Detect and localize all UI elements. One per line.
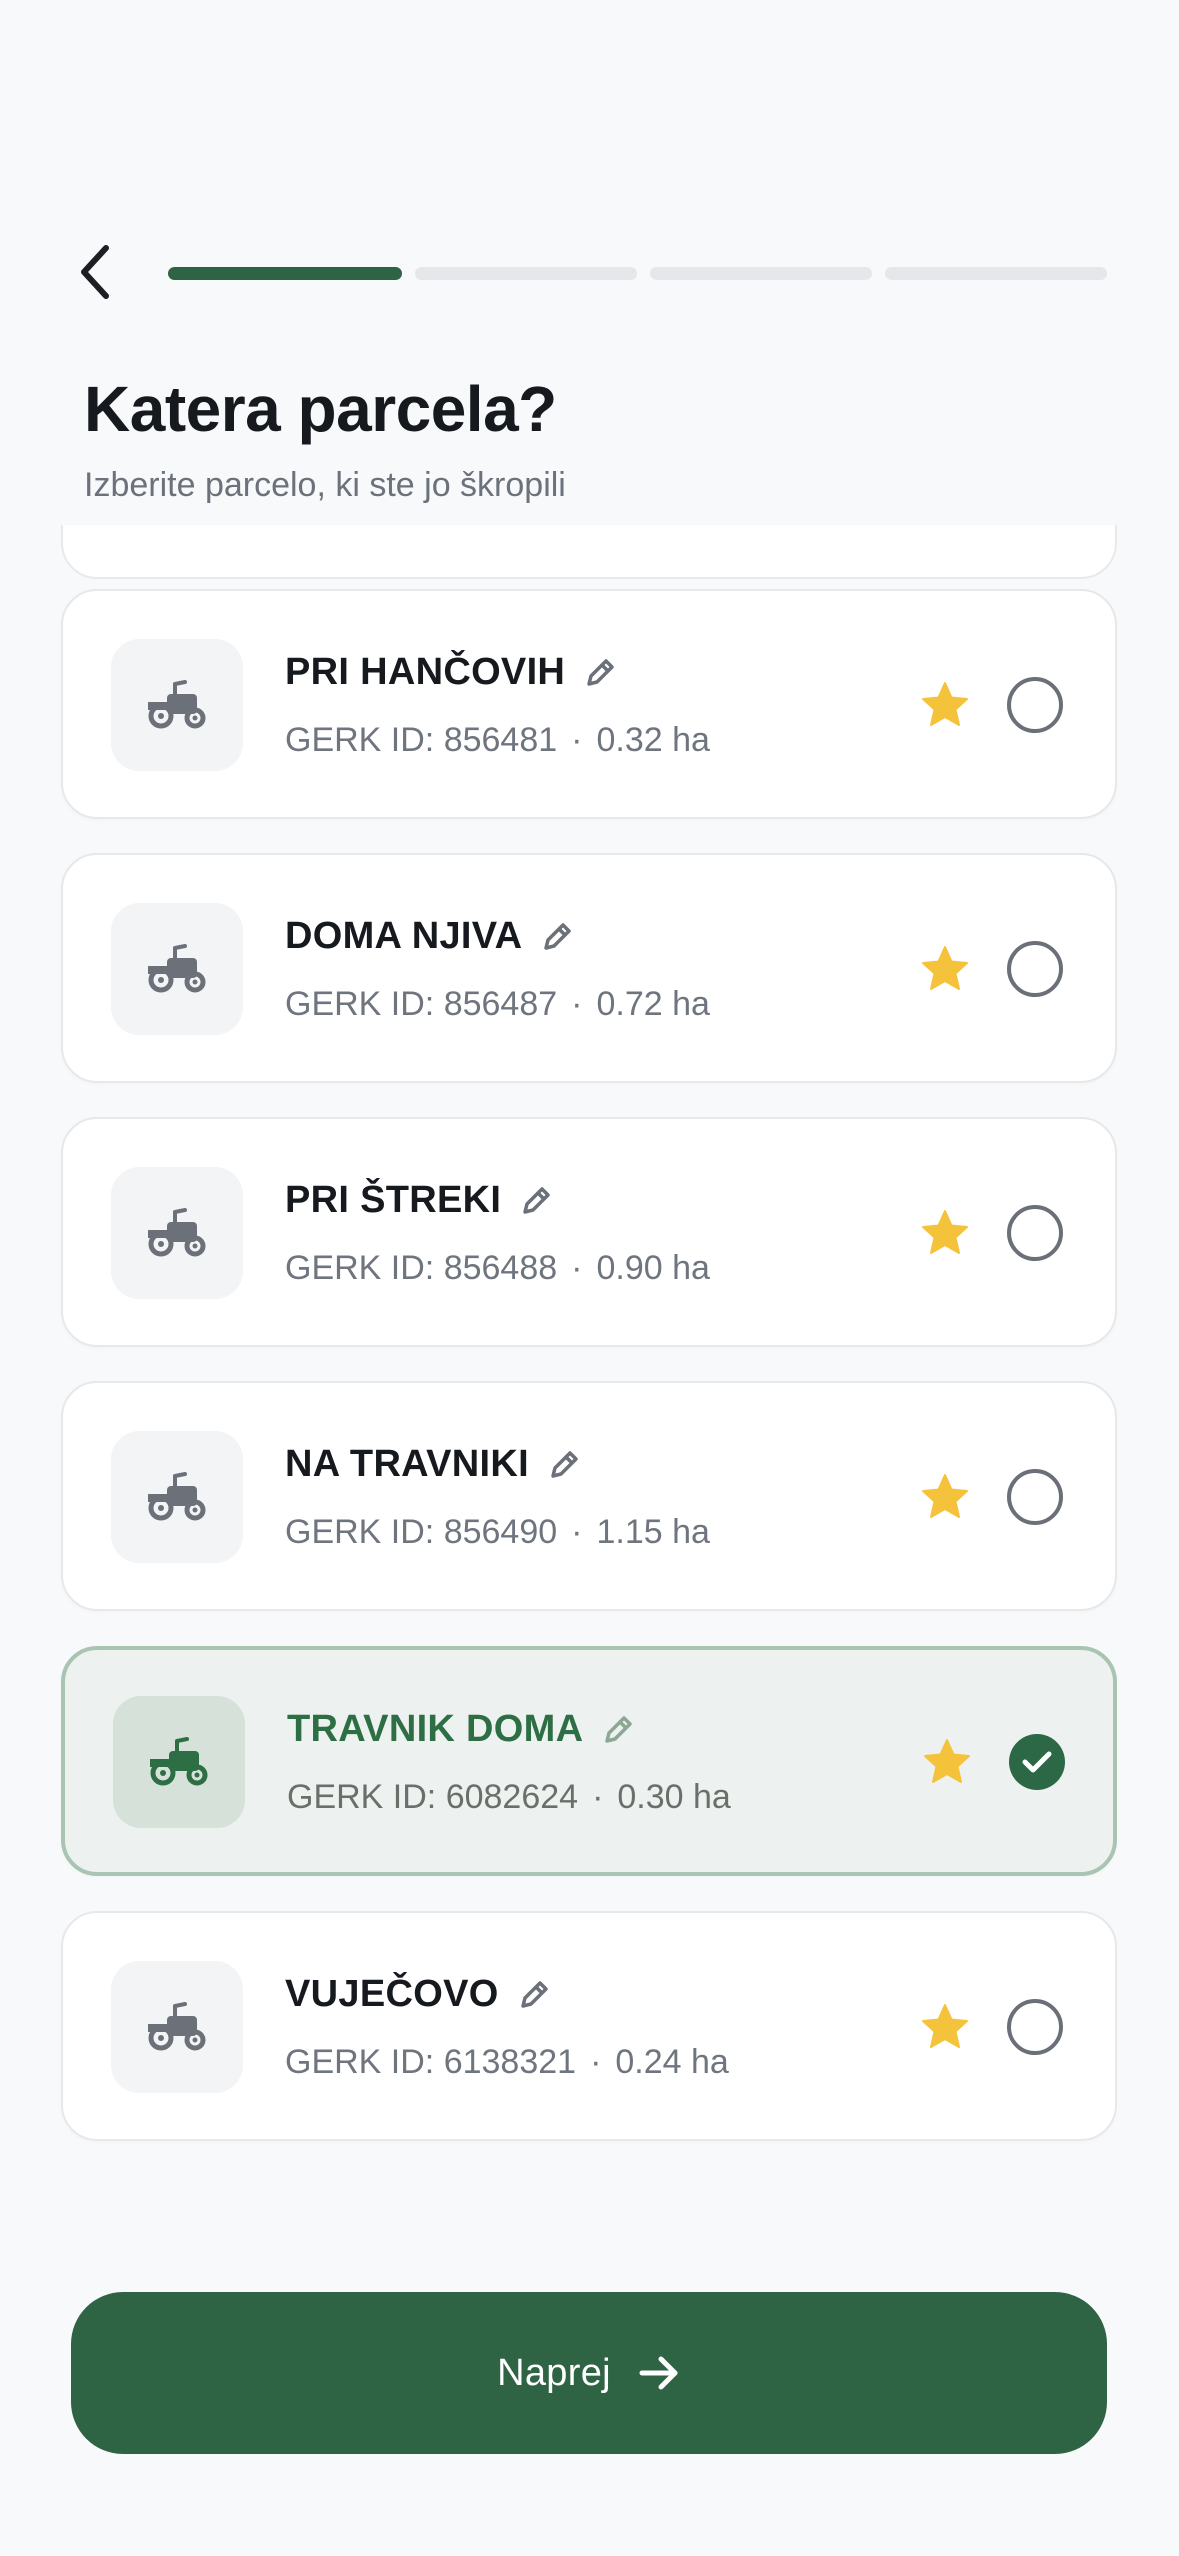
meta-separator: ·: [571, 1249, 583, 1287]
tractor-icon: [113, 1696, 245, 1828]
next-button-label: Naprej: [497, 2351, 611, 2394]
edit-icon[interactable]: [540, 920, 574, 954]
parcel-card[interactable]: VUJEČOVO GERK ID: 6138321 · 0.24 ha: [61, 1911, 1117, 2141]
parcel-name: NA TRAVNIKI: [285, 1443, 529, 1485]
page-subtitle: Izberite parcelo, ki ste jo škropili: [84, 466, 566, 504]
edit-icon[interactable]: [583, 656, 617, 690]
parcel-meta: GERK ID: 856487 · 0.72 ha: [285, 985, 710, 1024]
meta-separator: ·: [571, 1513, 583, 1551]
star-icon[interactable]: [919, 1207, 971, 1259]
parcel-name-row: PRI HANČOVIH: [285, 651, 617, 694]
parcel-meta: GERK ID: 6138321 · 0.24 ha: [285, 2043, 729, 2082]
parcel-name-row: DOMA NJIVA: [285, 915, 574, 958]
progress-step-1: [168, 267, 402, 280]
next-button[interactable]: Naprej: [71, 2292, 1107, 2454]
parcel-meta: GERK ID: 856481 · 0.32 ha: [285, 721, 710, 760]
parcel-list[interactable]: PRI HANČOVIH GERK ID: 856481 · 0.32 ha D…: [0, 525, 1179, 2165]
edit-icon[interactable]: [517, 1978, 551, 2012]
star-icon[interactable]: [919, 1471, 971, 1523]
parcel-area: 1.15 ha: [596, 1513, 710, 1551]
parcel-gerk-id: GERK ID: 856487: [285, 985, 558, 1023]
parcel-meta: GERK ID: 856488 · 0.90 ha: [285, 1249, 710, 1288]
radio-unchecked[interactable]: [1007, 1205, 1063, 1261]
radio-checked[interactable]: [1009, 1734, 1065, 1790]
progress-bar: [168, 267, 1107, 280]
meta-separator: ·: [571, 985, 583, 1023]
star-icon[interactable]: [919, 679, 971, 731]
parcel-name: VUJEČOVO: [285, 1973, 499, 2015]
radio-unchecked[interactable]: [1007, 1999, 1063, 2055]
parcel-card[interactable]: PRI ŠTREKI GERK ID: 856488 · 0.90 ha: [61, 1117, 1117, 1347]
check-icon: [1022, 1751, 1052, 1773]
edit-icon[interactable]: [547, 1448, 581, 1482]
star-icon[interactable]: [921, 1736, 973, 1788]
parcel-card[interactable]: DOMA NJIVA GERK ID: 856487 · 0.72 ha: [61, 853, 1117, 1083]
parcel-name-row: PRI ŠTREKI: [285, 1179, 553, 1222]
parcel-card-partial[interactable]: [61, 525, 1117, 579]
tractor-icon: [111, 1167, 243, 1299]
parcel-area: 0.24 ha: [615, 2043, 729, 2081]
parcel-name: PRI ŠTREKI: [285, 1179, 502, 1221]
star-icon[interactable]: [919, 2001, 971, 2053]
parcel-meta: GERK ID: 6082624 · 0.30 ha: [287, 1778, 731, 1817]
parcel-name-row: VUJEČOVO: [285, 1973, 551, 2016]
chevron-left-icon: [81, 245, 109, 299]
parcel-area: 0.32 ha: [596, 721, 710, 759]
parcel-gerk-id: GERK ID: 856488: [285, 1249, 558, 1287]
parcel-name: DOMA NJIVA: [285, 915, 523, 957]
radio-unchecked[interactable]: [1007, 1469, 1063, 1525]
arrow-right-icon: [637, 2351, 681, 2395]
parcel-name-row: TRAVNIK DOMA: [287, 1708, 635, 1751]
progress-step-2: [415, 267, 637, 280]
star-icon[interactable]: [919, 943, 971, 995]
parcel-area: 0.90 ha: [596, 1249, 710, 1287]
tractor-icon: [111, 639, 243, 771]
progress-step-4: [885, 267, 1107, 280]
back-button[interactable]: [68, 236, 124, 308]
parcel-area: 0.72 ha: [596, 985, 710, 1023]
parcel-card[interactable]: NA TRAVNIKI GERK ID: 856490 · 1.15 ha: [61, 1381, 1117, 1611]
meta-separator: ·: [571, 721, 583, 759]
edit-icon[interactable]: [601, 1713, 635, 1747]
tractor-icon: [111, 1431, 243, 1563]
parcel-card[interactable]: PRI HANČOVIH GERK ID: 856481 · 0.32 ha: [61, 589, 1117, 819]
parcel-card[interactable]: TRAVNIK DOMA GERK ID: 6082624 · 0.30 ha: [61, 1646, 1117, 1876]
parcel-gerk-id: GERK ID: 856490: [285, 1513, 558, 1551]
radio-unchecked[interactable]: [1007, 941, 1063, 997]
parcel-area: 0.30 ha: [617, 1778, 731, 1816]
parcel-gerk-id: GERK ID: 6082624: [287, 1778, 579, 1816]
parcel-gerk-id: GERK ID: 856481: [285, 721, 558, 759]
tractor-icon: [111, 1961, 243, 2093]
edit-icon[interactable]: [519, 1184, 553, 1218]
parcel-name: PRI HANČOVIH: [285, 651, 566, 693]
parcel-name: TRAVNIK DOMA: [287, 1708, 584, 1750]
radio-unchecked[interactable]: [1007, 677, 1063, 733]
page-title: Katera parcela?: [84, 373, 557, 445]
parcel-meta: GERK ID: 856490 · 1.15 ha: [285, 1513, 710, 1552]
tractor-icon: [111, 903, 243, 1035]
meta-separator: ·: [590, 2043, 602, 2081]
parcel-gerk-id: GERK ID: 6138321: [285, 2043, 577, 2081]
parcel-name-row: NA TRAVNIKI: [285, 1443, 581, 1486]
meta-separator: ·: [592, 1778, 604, 1816]
progress-step-3: [650, 267, 872, 280]
